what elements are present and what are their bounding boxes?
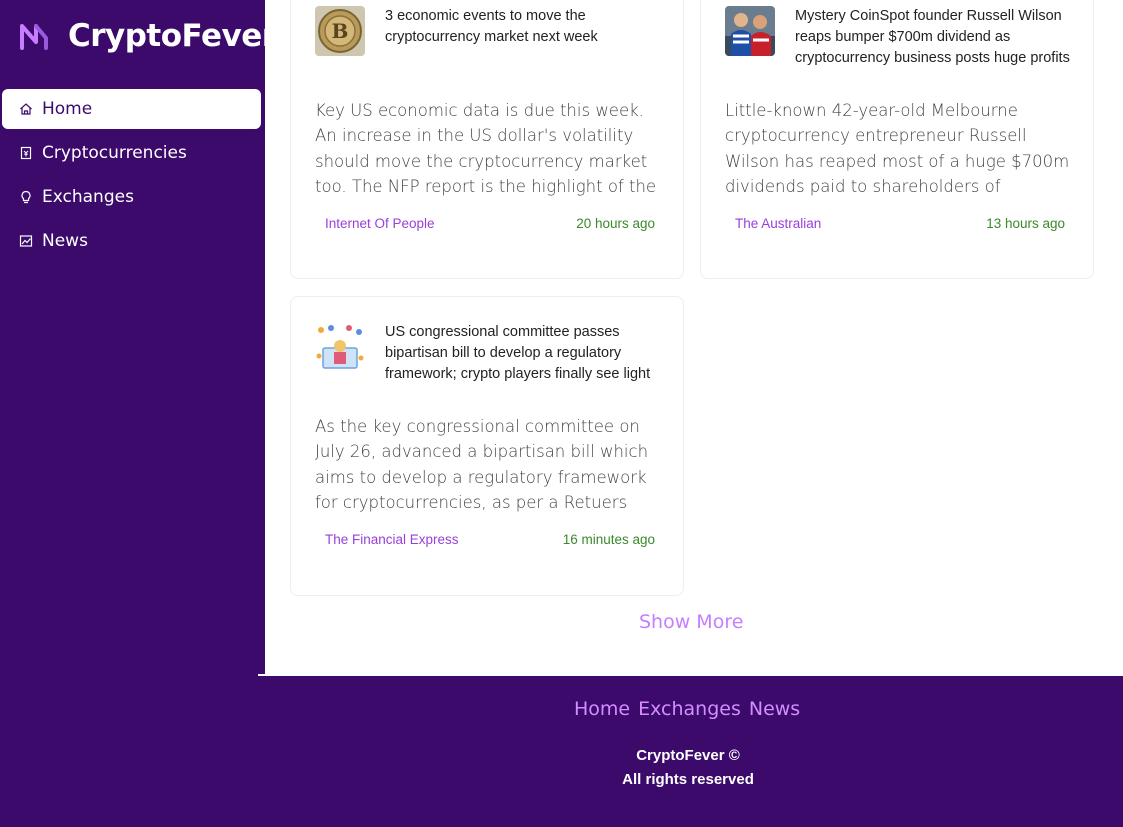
- sidebar-item-label: Home: [42, 99, 93, 119]
- svg-text:B: B: [332, 19, 349, 43]
- news-description: Key US economic data is due this week. A…: [315, 101, 657, 196]
- news-source[interactable]: Internet Of People: [325, 216, 435, 231]
- footer-link-news[interactable]: News: [749, 698, 800, 720]
- copyright-line: All rights reserved: [622, 771, 754, 788]
- bulb-icon: [18, 189, 34, 205]
- news-source[interactable]: The Australian: [735, 216, 821, 231]
- news-time: 20 hours ago: [576, 216, 655, 231]
- sidebar-menu: Home Cryptocurrencies Exchanges News: [2, 89, 261, 265]
- fund-icon: [18, 233, 34, 249]
- news-title[interactable]: US congressional committee passes bipart…: [385, 322, 663, 394]
- footer-link-home[interactable]: Home: [574, 698, 630, 720]
- sidebar-item-news[interactable]: News: [2, 221, 261, 261]
- footer: Home Exchanges News CryptoFever © All ri…: [0, 676, 1123, 827]
- sidebar-item-home[interactable]: Home: [2, 89, 261, 129]
- news-card[interactable]: B 3 economic events to move the cryptocu…: [290, 0, 684, 279]
- sidebar-item-exchanges[interactable]: Exchanges: [2, 177, 261, 217]
- news-title[interactable]: 3 economic events to move the cryptocurr…: [385, 6, 663, 48]
- news-description: As the key congressional committee on Ju…: [315, 417, 649, 512]
- copyright: CryptoFever © All rights reserved: [0, 744, 1123, 792]
- news-card[interactable]: Mystery CoinSpot founder Russell Wilson …: [700, 0, 1094, 279]
- bitcoin-coin-image: B: [315, 6, 365, 56]
- show-more-button[interactable]: Show More: [639, 611, 743, 633]
- sidebar-item-label: Cryptocurrencies: [42, 143, 187, 163]
- home-icon: [18, 101, 34, 117]
- sidebar-item-label: News: [42, 231, 88, 251]
- footer-link-exchanges[interactable]: Exchanges: [638, 698, 741, 720]
- logo-icon: [20, 24, 48, 50]
- footer-links: Home Exchanges News: [574, 698, 800, 720]
- crypto-illustration-image: [315, 322, 365, 372]
- sidebar: CryptoFever Home Cryptocurrencies Exchan…: [0, 0, 277, 676]
- news-source[interactable]: The Financial Express: [325, 532, 459, 547]
- news-description: Little-known 42-year-old Melbourne crypt…: [725, 101, 1070, 196]
- sidebar-item-cryptocurrencies[interactable]: Cryptocurrencies: [2, 133, 261, 173]
- copyright-line: CryptoFever ©: [636, 747, 740, 764]
- sidebar-item-label: Exchanges: [42, 187, 134, 207]
- news-title[interactable]: Mystery CoinSpot founder Russell Wilson …: [795, 6, 1073, 84]
- news-card[interactable]: US congressional committee passes bipart…: [290, 296, 684, 596]
- money-collect-icon: [18, 145, 34, 161]
- football-players-image: [725, 6, 775, 56]
- brand-name: CryptoFever: [68, 18, 277, 54]
- news-time: 13 hours ago: [986, 216, 1065, 231]
- news-time: 16 minutes ago: [562, 532, 655, 547]
- logo[interactable]: CryptoFever: [18, 16, 277, 56]
